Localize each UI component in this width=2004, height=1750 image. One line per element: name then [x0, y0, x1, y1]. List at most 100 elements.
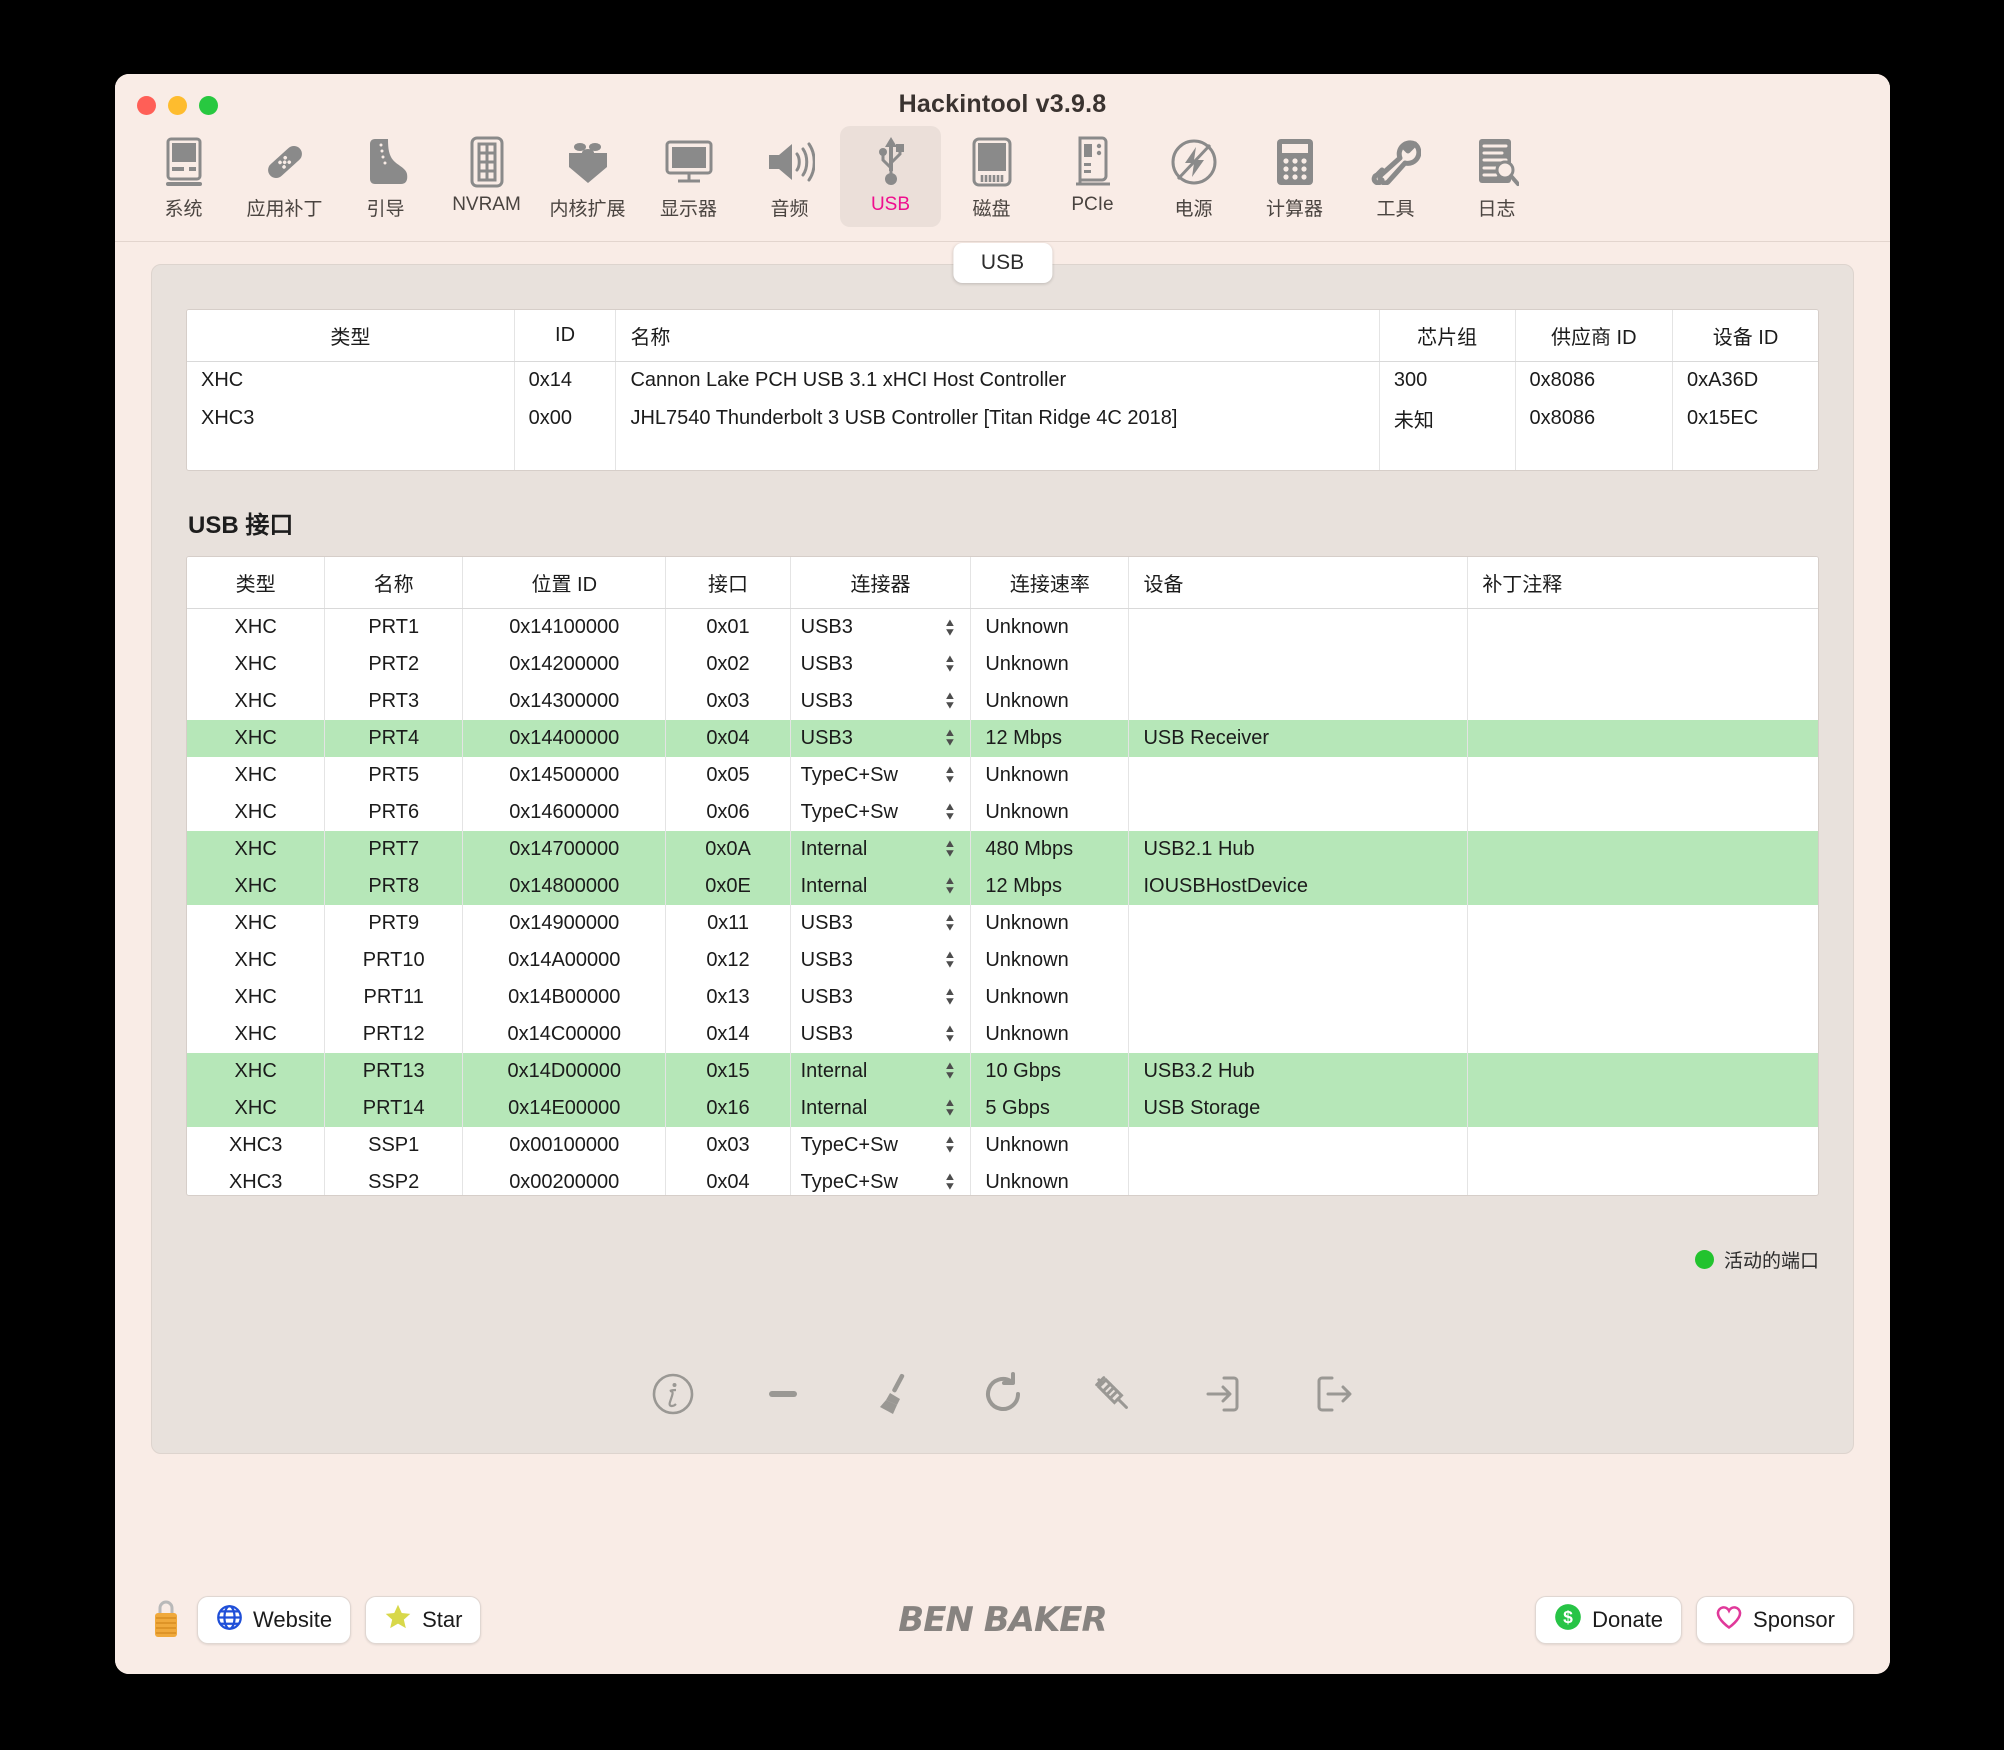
cell-comment[interactable]	[1468, 1164, 1818, 1197]
col-header-name[interactable]: 名称	[616, 310, 1379, 362]
toolbar-item-tools[interactable]: 工具	[1345, 126, 1446, 227]
col-header-vendor-id[interactable]: 供应商 ID	[1515, 310, 1673, 362]
chevron-updown-icon[interactable]: ▲▼	[943, 803, 956, 821]
star-button[interactable]: Star	[365, 1596, 481, 1644]
table-row[interactable]: XHCPRT80x148000000x0EInternal▲▼12 MbpsIO…	[187, 868, 1818, 905]
table-row[interactable]: XHCPRT10x141000000x01USB3▲▼Unknown	[187, 609, 1818, 646]
col-header-comment[interactable]: 补丁注释	[1468, 557, 1818, 609]
import-icon[interactable]	[1200, 1371, 1246, 1417]
chevron-updown-icon[interactable]: ▲▼	[943, 877, 956, 895]
toolbar-item-power[interactable]: 电源	[1143, 126, 1244, 227]
col-header-id[interactable]: ID	[514, 310, 616, 362]
col-header-chipset[interactable]: 芯片组	[1379, 310, 1515, 362]
info-circle-icon[interactable]	[650, 1371, 696, 1417]
export-icon[interactable]	[1310, 1371, 1356, 1417]
chevron-updown-icon[interactable]: ▲▼	[943, 840, 956, 858]
col-header-port[interactable]: 接口	[666, 557, 790, 609]
cell-comment[interactable]	[1468, 942, 1818, 979]
cell-comment[interactable]	[1468, 905, 1818, 942]
toolbar-item-boot[interactable]: 引导	[335, 126, 436, 227]
cell-connector[interactable]: TypeC+Sw▲▼	[790, 1127, 971, 1164]
chevron-updown-icon[interactable]: ▲▼	[943, 655, 956, 673]
table-row[interactable]: XHCPRT90x149000000x11USB3▲▼Unknown	[187, 905, 1818, 942]
chevron-updown-icon[interactable]: ▲▼	[943, 766, 956, 784]
toolbar-item-audio[interactable]: 音频	[739, 126, 840, 227]
cell-connector[interactable]: USB3▲▼	[790, 1016, 971, 1053]
cell-comment[interactable]	[1468, 1016, 1818, 1053]
chevron-updown-icon[interactable]: ▲▼	[943, 692, 956, 710]
website-button[interactable]: Website	[197, 1596, 351, 1644]
cell-connector[interactable]: TypeC+Sw▲▼	[790, 1164, 971, 1197]
table-row[interactable]: XHCPRT110x14B000000x13USB3▲▼Unknown	[187, 979, 1818, 1016]
cell-comment[interactable]	[1468, 683, 1818, 720]
table-row[interactable]: XHCPRT130x14D000000x15Internal▲▼10 GbpsU…	[187, 1053, 1818, 1090]
toolbar-item-app-patch[interactable]: 应用补丁	[234, 126, 335, 227]
toolbar-item-usb[interactable]: USB	[840, 126, 941, 227]
toolbar-item-calculator[interactable]: 计算器	[1244, 126, 1345, 227]
cell-connector[interactable]: USB3▲▼	[790, 609, 971, 646]
chevron-updown-icon[interactable]: ▲▼	[943, 1062, 956, 1080]
cell-connector[interactable]: USB3▲▼	[790, 720, 971, 757]
cell-comment[interactable]	[1468, 1090, 1818, 1127]
sponsor-button[interactable]: Sponsor	[1696, 1596, 1854, 1644]
table-row[interactable]: XHCPRT30x143000000x03USB3▲▼Unknown	[187, 683, 1818, 720]
toolbar-item-disk[interactable]: 磁盘	[941, 126, 1042, 227]
toolbar-item-pcie[interactable]: PCIe	[1042, 126, 1143, 227]
table-row[interactable]: XHCPRT140x14E000000x16Internal▲▼5 GbpsUS…	[187, 1090, 1818, 1127]
table-row[interactable]: XHCPRT70x147000000x0AInternal▲▼480 MbpsU…	[187, 831, 1818, 868]
chevron-updown-icon[interactable]: ▲▼	[943, 1173, 956, 1191]
cell-connector[interactable]: USB3▲▼	[790, 905, 971, 942]
cell-connector[interactable]: Internal▲▼	[790, 868, 971, 905]
table-row[interactable]: XHCPRT20x142000000x02USB3▲▼Unknown	[187, 646, 1818, 683]
refresh-icon[interactable]	[980, 1371, 1026, 1417]
lock-icon[interactable]	[151, 1597, 183, 1644]
chevron-updown-icon[interactable]: ▲▼	[943, 729, 956, 747]
cell-connector[interactable]: USB3▲▼	[790, 683, 971, 720]
table-row[interactable]: XHC3 0x00 JHL7540 Thunderbolt 3 USB Cont…	[187, 399, 1818, 438]
chevron-updown-icon[interactable]: ▲▼	[943, 914, 956, 932]
table-row[interactable]: XHC3SSP20x002000000x04TypeC+Sw▲▼Unknown	[187, 1164, 1818, 1197]
broom-icon[interactable]	[870, 1371, 916, 1417]
toolbar-item-nvram[interactable]: NVRAM	[436, 126, 537, 227]
chevron-updown-icon[interactable]: ▲▼	[943, 988, 956, 1006]
cell-connector[interactable]: USB3▲▼	[790, 646, 971, 683]
cell-connector[interactable]: Internal▲▼	[790, 1053, 971, 1090]
controllers-table-container[interactable]: 类型 ID 名称 芯片组 供应商 ID 设备 ID XHC 0x14 Canno	[186, 309, 1819, 471]
col-header-type[interactable]: 类型	[187, 557, 325, 609]
col-header-device[interactable]: 设备	[1129, 557, 1468, 609]
chevron-updown-icon[interactable]: ▲▼	[943, 951, 956, 969]
table-row[interactable]: XHCPRT50x145000000x05TypeC+Sw▲▼Unknown	[187, 757, 1818, 794]
col-header-name[interactable]: 名称	[325, 557, 463, 609]
col-header-device-id[interactable]: 设备 ID	[1673, 310, 1818, 362]
cell-comment[interactable]	[1468, 720, 1818, 757]
col-header-connector[interactable]: 连接器	[790, 557, 971, 609]
cell-comment[interactable]	[1468, 609, 1818, 646]
table-row[interactable]: XHCPRT120x14C000000x14USB3▲▼Unknown	[187, 1016, 1818, 1053]
donate-button[interactable]: $ Donate	[1535, 1596, 1682, 1644]
cell-comment[interactable]	[1468, 1127, 1818, 1164]
cell-connector[interactable]: USB3▲▼	[790, 942, 971, 979]
cell-comment[interactable]	[1468, 831, 1818, 868]
syringe-icon[interactable]	[1090, 1371, 1136, 1417]
cell-comment[interactable]	[1468, 1053, 1818, 1090]
table-row[interactable]: XHCPRT60x146000000x06TypeC+Sw▲▼Unknown	[187, 794, 1818, 831]
cell-comment[interactable]	[1468, 794, 1818, 831]
minus-icon[interactable]	[760, 1371, 806, 1417]
cell-comment[interactable]	[1468, 757, 1818, 794]
toolbar-item-kernel-ext[interactable]: 内核扩展	[537, 126, 638, 227]
table-row[interactable]: XHCPRT100x14A000000x12USB3▲▼Unknown	[187, 942, 1818, 979]
toolbar-item-display[interactable]: 显示器	[638, 126, 739, 227]
ports-table-container[interactable]: 类型 名称 位置 ID 接口 连接器 连接速率 设备 补丁注释 XHCPRT10…	[186, 556, 1819, 1196]
toolbar-item-system[interactable]: 系统	[133, 126, 234, 227]
cell-connector[interactable]: Internal▲▼	[790, 1090, 971, 1127]
cell-connector[interactable]: Internal▲▼	[790, 831, 971, 868]
chevron-updown-icon[interactable]: ▲▼	[943, 1099, 956, 1117]
cell-connector[interactable]: USB3▲▼	[790, 979, 971, 1016]
toolbar-item-log[interactable]: 日志	[1446, 126, 1547, 227]
table-row[interactable]: XHC 0x14 Cannon Lake PCH USB 3.1 xHCI Ho…	[187, 362, 1818, 399]
table-row[interactable]: XHCPRT40x144000000x04USB3▲▼12 MbpsUSB Re…	[187, 720, 1818, 757]
chevron-updown-icon[interactable]: ▲▼	[943, 618, 956, 636]
table-row[interactable]: XHC3SSP10x001000000x03TypeC+Sw▲▼Unknown	[187, 1127, 1818, 1164]
chevron-updown-icon[interactable]: ▲▼	[943, 1136, 956, 1154]
col-header-location-id[interactable]: 位置 ID	[463, 557, 666, 609]
